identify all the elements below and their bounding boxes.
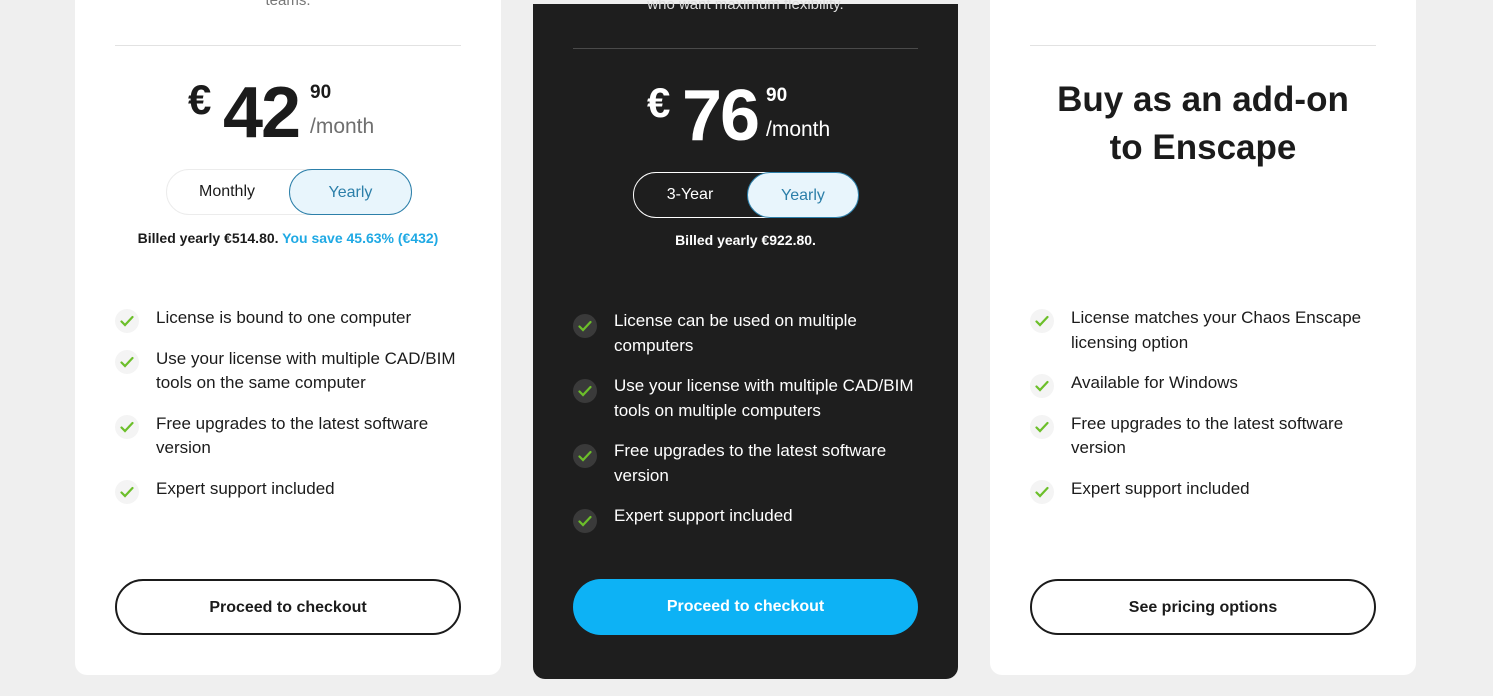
- check-icon: [1030, 414, 1054, 439]
- price-integer: 76: [682, 76, 760, 156]
- price-integer: 42: [223, 73, 301, 153]
- check-icon: [1030, 479, 1054, 504]
- check-icon: [115, 414, 139, 439]
- addon-title-line: to Enscape: [1109, 128, 1297, 167]
- feature-list: License can be used on multiple computer…: [573, 309, 933, 545]
- feature-item: Use your license with multiple CAD/BIM t…: [115, 347, 475, 396]
- feature-item: License is bound to one computer: [115, 306, 475, 333]
- addon-title-line: Buy as an add-on: [1057, 80, 1349, 119]
- feature-list: License matches your Chaos Enscape licen…: [1030, 306, 1390, 517]
- feature-item: Expert support included: [573, 504, 933, 533]
- billing-toggle: Monthly Yearly: [166, 169, 412, 215]
- price-cents: 90: [310, 82, 332, 103]
- check-icon: [115, 349, 139, 374]
- see-pricing-options-button[interactable]: See pricing options: [1030, 579, 1376, 635]
- check-icon: [1030, 374, 1054, 398]
- billing-note: Billed yearly €514.80. You save 45.63% (…: [75, 230, 501, 246]
- billing-note: Billed yearly €922.80.: [533, 232, 958, 248]
- check-icon: [115, 309, 139, 333]
- savings-text: You save 45.63% (€432): [282, 230, 439, 246]
- divider: [573, 48, 918, 49]
- check-icon: [573, 444, 597, 468]
- feature-item: License can be used on multiple computer…: [573, 309, 933, 358]
- check-icon: [573, 509, 597, 533]
- feature-item: Available for Windows: [1030, 371, 1390, 398]
- price-period: /month: [310, 115, 375, 138]
- toggle-yearly[interactable]: Yearly: [747, 172, 859, 218]
- proceed-to-checkout-button[interactable]: Proceed to checkout: [573, 579, 918, 635]
- price-cents: 90: [766, 85, 788, 106]
- check-icon: [573, 314, 597, 338]
- price-period: /month: [766, 118, 831, 141]
- feature-item: Expert support included: [1030, 477, 1390, 504]
- card-description: who want maximum flexibility.: [647, 0, 844, 13]
- toggle-monthly[interactable]: Monthly: [167, 169, 287, 215]
- price: € 42 90 /month: [75, 72, 501, 153]
- toggle-yearly[interactable]: Yearly: [289, 169, 412, 215]
- check-icon: [1030, 309, 1054, 333]
- card-description: teams.: [265, 0, 311, 9]
- feature-item: Expert support included: [115, 477, 475, 504]
- feature-item: Free upgrades to the latest software ver…: [115, 412, 475, 461]
- billing-toggle: 3-Year Yearly: [633, 172, 859, 218]
- check-icon: [115, 479, 139, 504]
- feature-item: License matches your Chaos Enscape licen…: [1030, 306, 1390, 355]
- divider: [1030, 45, 1376, 46]
- proceed-to-checkout-button[interactable]: Proceed to checkout: [115, 579, 461, 635]
- check-icon: [573, 379, 597, 403]
- plan-card-addon: Buy as an add-on to Enscape License matc…: [990, 0, 1416, 675]
- feature-item: Use your license with multiple CAD/BIM t…: [573, 374, 933, 423]
- feature-item: Free upgrades to the latest software ver…: [573, 439, 933, 488]
- feature-list: License is bound to one computer Use you…: [115, 306, 475, 517]
- plan-card-solo: teams. € 42 90 /month Monthly Yearly Bil…: [75, 0, 501, 675]
- billed-text: Billed yearly €922.80.: [675, 232, 816, 248]
- price: € 76 90 /month: [533, 75, 958, 156]
- billed-text: Billed yearly €514.80.: [137, 230, 279, 246]
- plan-card-flex: who want maximum flexibility. € 76 90 /m…: [533, 0, 958, 679]
- price-currency: €: [647, 79, 671, 126]
- addon-title: Buy as an add-on to Enscape: [990, 76, 1416, 172]
- feature-item: Free upgrades to the latest software ver…: [1030, 412, 1390, 461]
- divider: [115, 45, 461, 46]
- price-currency: €: [188, 76, 212, 123]
- toggle-3-year[interactable]: 3-Year: [634, 172, 746, 218]
